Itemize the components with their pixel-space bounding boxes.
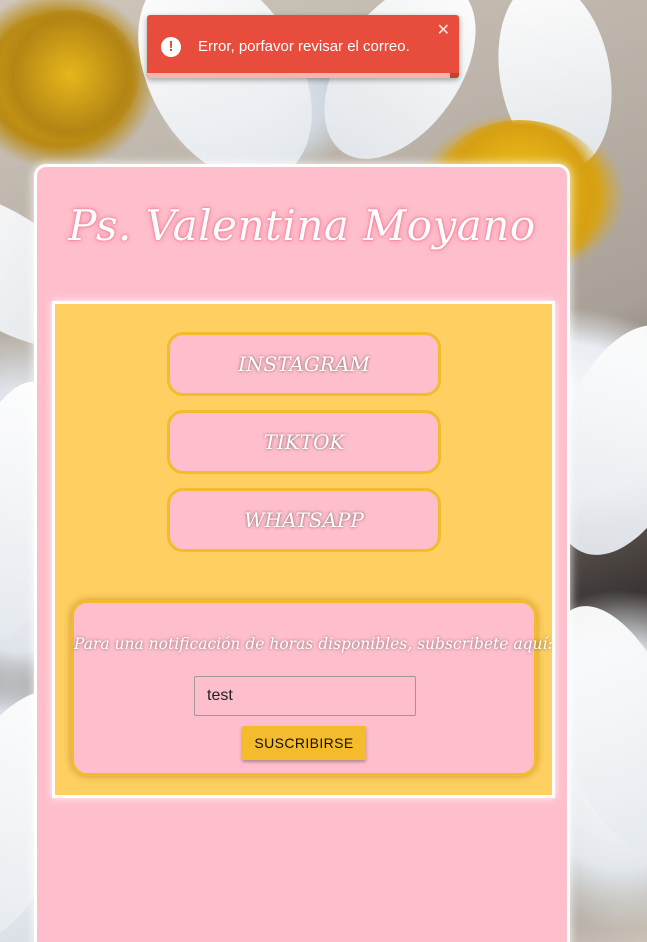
page-title: Ps. Valentina Moyano [68, 201, 536, 250]
tiktok-button[interactable]: TIKTOK [167, 410, 441, 474]
email-field[interactable] [194, 676, 416, 716]
profile-card: Ps. Valentina Moyano INSTAGRAM TIKTOK WH… [34, 164, 570, 942]
close-icon[interactable]: ✕ [437, 20, 450, 39]
subscribe-section: Para una notificación de horas disponibl… [71, 600, 553, 776]
error-icon: ! [161, 37, 181, 57]
whatsapp-button[interactable]: WHATSAPP [167, 488, 441, 552]
subscribe-button[interactable]: SUSCRIBIRSE [242, 726, 366, 760]
toast-message: Error, porfavor revisar el correo. [198, 38, 410, 55]
links-panel: INSTAGRAM TIKTOK WHATSAPP Para una notif… [52, 301, 555, 798]
error-toast: ! Error, porfavor revisar el correo. ✕ [147, 15, 459, 78]
toast-progress-bar [147, 73, 459, 78]
toast-progress-fill [147, 73, 450, 78]
subscribe-prompt: Para una notificación de horas disponibl… [74, 635, 553, 653]
instagram-button[interactable]: INSTAGRAM [167, 332, 441, 396]
